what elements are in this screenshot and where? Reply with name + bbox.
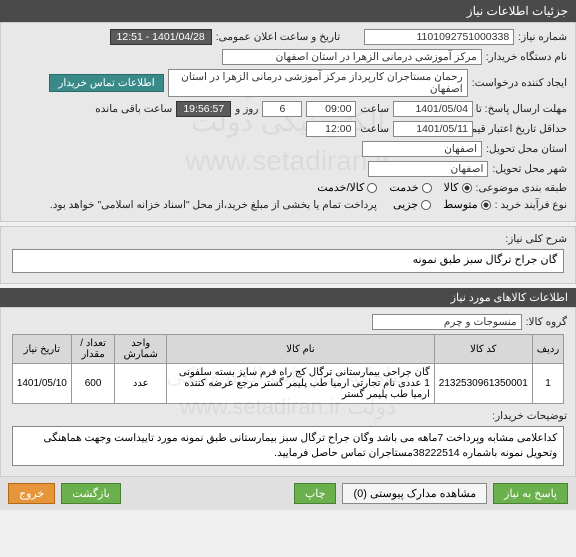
back-button[interactable]: بازگشت (61, 483, 121, 504)
form-area: سامانه تدارکات الکترونیکی دولت www.setad… (0, 22, 576, 222)
th-unit: واحد شمارش (115, 335, 167, 364)
delivery-prov: اصفهان (362, 141, 482, 157)
hour-label-1: ساعت (360, 103, 389, 115)
table-header-row: ردیف کد کالا نام کالا واحد شمارش تعداد /… (12, 335, 563, 364)
cell-qty: 600 (71, 364, 114, 404)
buy-type-label: نوع فرآیند خرید : (495, 199, 567, 211)
th-name: نام کالا (167, 335, 435, 364)
delivery-city-label: شهر محل تحویل: (492, 163, 567, 175)
buy-type-note: پرداخت تمام یا بخشی از مبلغ خرید،از محل … (50, 199, 377, 211)
notes-text: کداعلامی مشابه وپرداخت 7ماهه می باشد وگا… (12, 426, 564, 466)
th-date: تاریخ نیاز (12, 335, 71, 364)
deadline-label: مهلت ارسال پاسخ: تا تاریخ: (477, 103, 567, 115)
delivery-city: اصفهان (368, 161, 488, 177)
need-no-value: 1101092751000338 (364, 29, 514, 45)
cell-date: 1401/05/10 (12, 364, 71, 404)
classify-label: طبقه بندی موضوعی: (476, 182, 567, 194)
reply-button[interactable]: پاسخ به نیاز (493, 483, 568, 504)
group-value: منسوجات و چرم (372, 314, 522, 330)
requester-value: رحمان مستاجران کارپرداز مرکز آموزشی درما… (168, 69, 468, 97)
radio-icon (421, 200, 431, 210)
table-row: 1 2132530961350001 گان جراحی بیمارستانی … (12, 364, 563, 404)
cell-code: 2132530961350001 (434, 364, 532, 404)
radio-mid[interactable]: متوسط (443, 198, 491, 211)
buyer-label: نام دستگاه خریدار: (486, 51, 567, 63)
radio-icon (462, 183, 472, 193)
attachments-button[interactable]: مشاهده مدارک پیوستی (0) (342, 483, 487, 504)
radio-small[interactable]: جزیی (393, 198, 431, 211)
need-desc-text: گان جراح ترگال سبز طبق نمونه (12, 249, 564, 273)
cell-row: 1 (532, 364, 563, 404)
notes-label: توضیحات خریدار: (492, 410, 567, 422)
cell-unit: عدد (115, 364, 167, 404)
radio-both[interactable]: کالا/خدمت (317, 181, 377, 194)
delivery-prov-label: استان محل تحویل: (486, 143, 567, 155)
days-left-mid: روز و (235, 103, 258, 115)
validity-label: حداقل تاریخ اعتبار قیمت: تا تاریخ: (477, 123, 567, 135)
goods-area: سامانه تدارکات الکترونیکی دولت www.setad… (0, 307, 576, 477)
time-left: 19:56:57 (176, 101, 231, 117)
radio-icon (422, 183, 432, 193)
radio-service[interactable]: خدمت (389, 181, 431, 194)
page-header: جزئیات اطلاعات نیاز (0, 0, 576, 22)
time-left-post: ساعت باقی مانده (95, 103, 172, 115)
announce-value: 1401/04/28 - 12:51 (110, 29, 212, 45)
th-row: ردیف (532, 335, 563, 364)
classify-radios: کالا خدمت کالا/خدمت (317, 181, 471, 194)
group-label: گروه کالا: (526, 316, 567, 328)
radio-icon (367, 183, 377, 193)
footer-buttons: پاسخ به نیاز مشاهده مدارک پیوستی (0) چاپ… (0, 477, 576, 510)
print-button[interactable]: چاپ (294, 483, 337, 504)
need-desc-label: شرح کلی نیاز: (505, 233, 567, 245)
contact-buyer-button[interactable]: اطلاعات تماس خریدار (49, 74, 163, 92)
buy-type-radios: متوسط جزیی (393, 198, 491, 211)
radio-icon (481, 200, 491, 210)
need-desc-area: شرح کلی نیاز: گان جراح ترگال سبز طبق نمو… (0, 226, 576, 284)
page-title: جزئیات اطلاعات نیاز (467, 4, 568, 18)
validity-hour: 12:00 (306, 121, 356, 137)
deadline-date: 1401/05/04 (393, 101, 473, 117)
deadline-hour: 09:00 (306, 101, 356, 117)
th-qty: تعداد / مقدار (71, 335, 114, 364)
exit-button[interactable]: خروج (8, 483, 55, 504)
validity-date: 1401/05/11 (393, 121, 473, 137)
items-table: ردیف کد کالا نام کالا واحد شمارش تعداد /… (12, 334, 564, 404)
radio-goods[interactable]: کالا (444, 181, 472, 194)
buyer-value: مرکز آموزشی درمانی الزهرا در استان اصفها… (222, 49, 482, 65)
goods-section-header: اطلاعات کالاهای مورد نیاز (0, 288, 576, 307)
announce-label: تاریخ و ساعت اعلان عمومی: (216, 31, 340, 43)
cell-name: گان جراحی بیمارستانی ترگال کج راه فرم سا… (167, 364, 435, 404)
th-code: کد کالا (434, 335, 532, 364)
need-no-label: شماره نیاز: (518, 31, 567, 43)
hour-label-2: ساعت (360, 123, 389, 135)
requester-label: ایجاد کننده درخواست: (472, 77, 567, 89)
days-left: 6 (262, 101, 302, 117)
